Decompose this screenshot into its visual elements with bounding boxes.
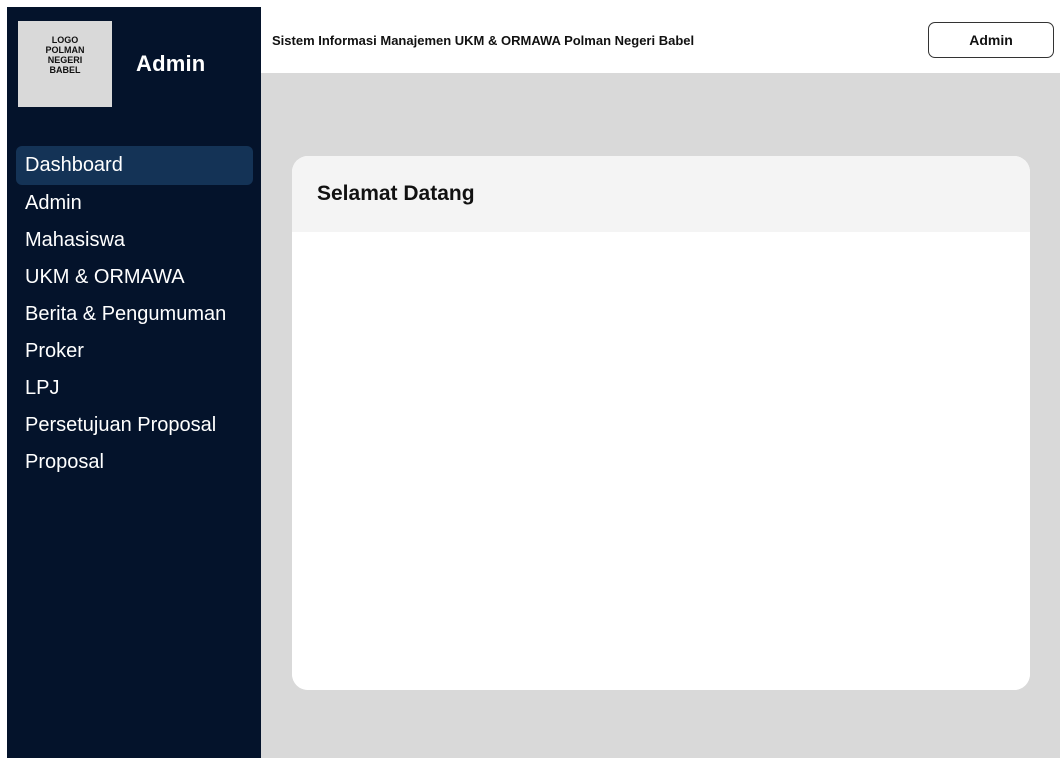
card-title: Selamat Datang bbox=[317, 182, 475, 205]
sidebar-item-berita-pengumuman[interactable]: Berita & Pengumuman bbox=[16, 296, 253, 333]
app-title: Sistem Informasi Manajemen UKM & ORMAWA … bbox=[272, 33, 695, 48]
sidebar-item-ukm-ormawa[interactable]: UKM & ORMAWA bbox=[16, 259, 253, 296]
user-menu-button[interactable]: Admin bbox=[928, 22, 1054, 58]
welcome-card: Selamat Datang bbox=[292, 156, 1030, 690]
sidebar-title: Admin bbox=[136, 51, 206, 76]
sidebar: LOGO POLMAN NEGERI BABEL Admin Dashboard… bbox=[7, 7, 261, 758]
sidebar-item-lpj[interactable]: LPJ bbox=[16, 370, 253, 407]
sidebar-item-proposal[interactable]: Proposal bbox=[16, 444, 253, 481]
sidebar-item-admin[interactable]: Admin bbox=[16, 185, 253, 222]
sidebar-item-mahasiswa[interactable]: Mahasiswa bbox=[16, 222, 253, 259]
card-body bbox=[292, 232, 1030, 690]
logo-text: LOGO POLMAN NEGERI BABEL bbox=[45, 35, 85, 75]
card-header: Selamat Datang bbox=[292, 156, 1030, 232]
logo-placeholder: LOGO POLMAN NEGERI BABEL bbox=[18, 21, 112, 107]
sidebar-item-dashboard[interactable]: Dashboard bbox=[16, 146, 253, 185]
app-frame: LOGO POLMAN NEGERI BABEL Admin Dashboard… bbox=[7, 7, 1060, 758]
top-bar: Sistem Informasi Manajemen UKM & ORMAWA … bbox=[261, 7, 1060, 73]
sidebar-item-proker[interactable]: Proker bbox=[16, 333, 253, 370]
sidebar-item-persetujuan-proposal[interactable]: Persetujuan Proposal bbox=[16, 407, 253, 444]
sidebar-nav: Dashboard Admin Mahasiswa UKM & ORMAWA B… bbox=[16, 146, 253, 481]
